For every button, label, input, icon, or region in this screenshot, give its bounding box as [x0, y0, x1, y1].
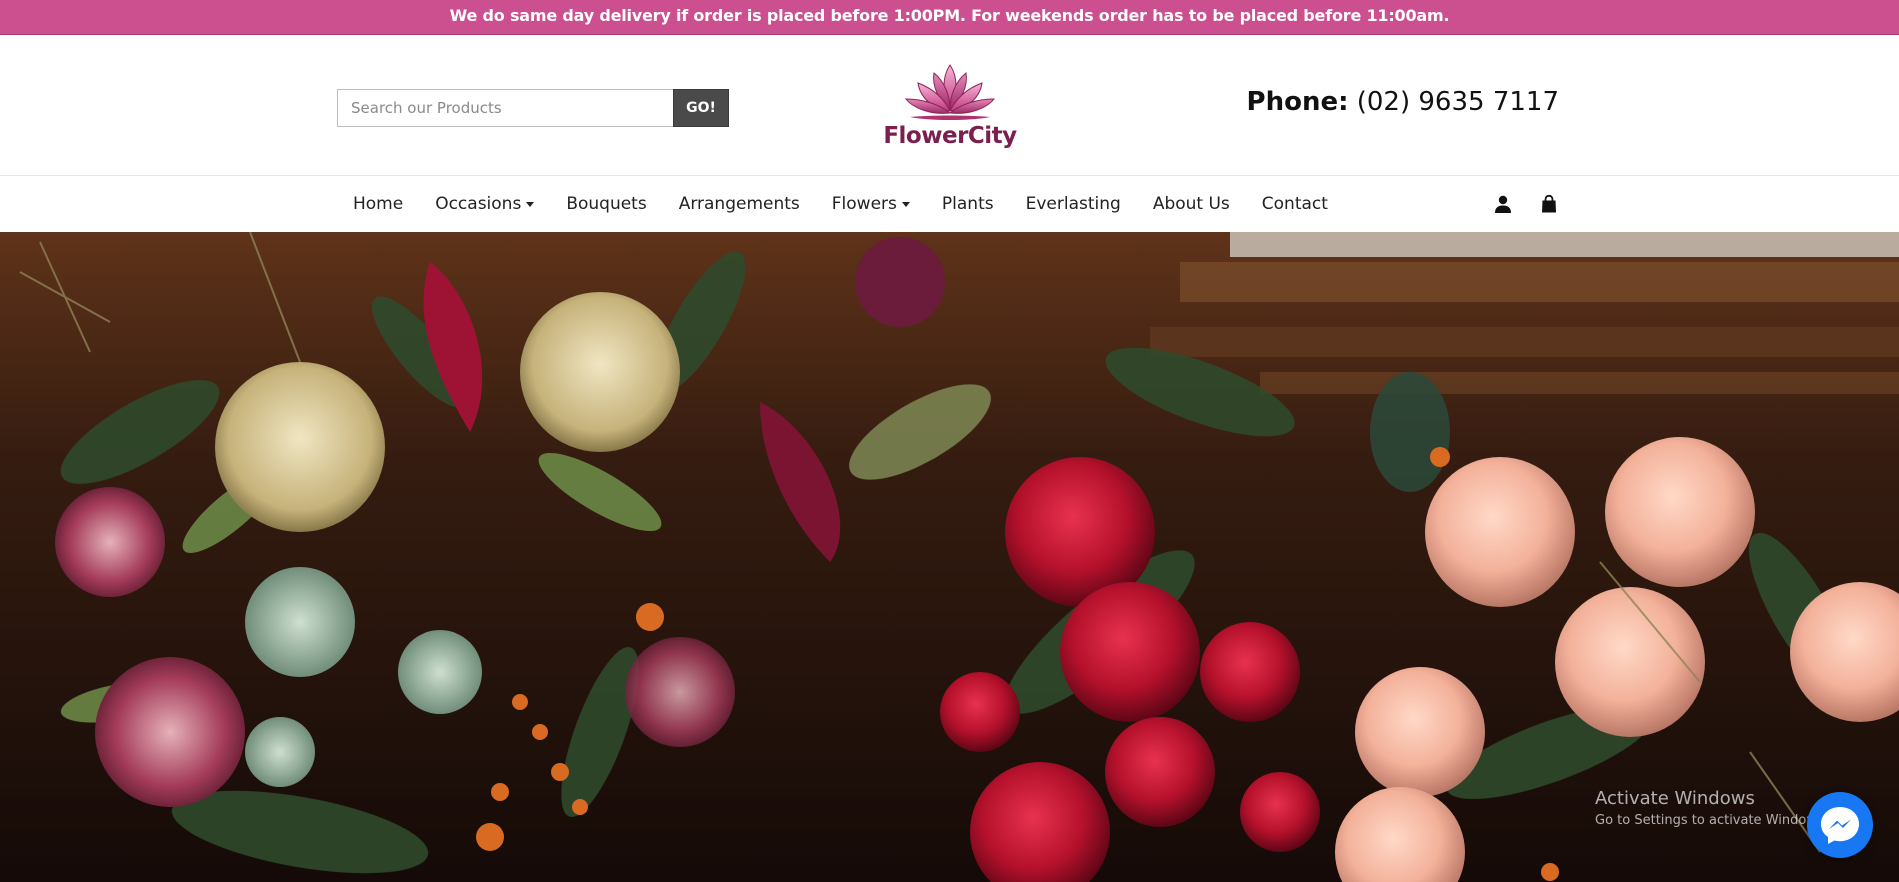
main-nav: Home Occasions Bouquets Arrangements Flo… [0, 176, 1899, 232]
nav-item-label: Home [353, 194, 404, 214]
nav-icons [1493, 176, 1559, 232]
site-header: GO! FlowerCity Pho [0, 35, 1899, 176]
messenger-icon [1821, 807, 1859, 844]
nav-item-label: Contact [1261, 194, 1328, 214]
nav-item-label: Everlasting [1025, 194, 1121, 214]
nav-item-label: Bouquets [566, 194, 647, 214]
windows-activation-watermark: Activate Windows Go to Settings to activ… [1595, 788, 1828, 828]
nav-item-label: Arrangements [678, 194, 800, 214]
lotus-logo-icon [904, 64, 996, 120]
hero-banner [0, 232, 1899, 882]
nav-item-home[interactable]: Home [337, 176, 419, 232]
phone-number: Phone: (02) 9635 7117 [1247, 87, 1559, 117]
nav-item-label: About Us [1152, 194, 1230, 214]
nav-item-label: Plants [941, 194, 994, 214]
watermark-title: Activate Windows [1595, 788, 1755, 809]
watermark-subtitle: Go to Settings to activate Windows. [1595, 813, 1828, 828]
search-input[interactable] [337, 89, 673, 127]
phone-value: (02) 9635 7117 [1356, 87, 1559, 117]
caret-down-icon [526, 201, 535, 207]
nav-item-about-us[interactable]: About Us [1137, 176, 1246, 232]
user-icon[interactable] [1493, 194, 1513, 214]
search-form: GO! [337, 89, 729, 127]
nav-item-bouquets[interactable]: Bouquets [550, 176, 662, 232]
search-go-button[interactable]: GO! [673, 89, 729, 127]
shopping-bag-icon[interactable] [1539, 194, 1559, 214]
nav-item-occasions[interactable]: Occasions [419, 176, 550, 232]
nav-item-label: Occasions [435, 194, 522, 214]
nav-menu: Home Occasions Bouquets Arrangements Flo… [337, 176, 1344, 232]
nav-item-contact[interactable]: Contact [1246, 176, 1344, 232]
site-logo[interactable]: FlowerCity [880, 59, 1020, 159]
nav-item-flowers[interactable]: Flowers [816, 176, 926, 232]
nav-item-plants[interactable]: Plants [926, 176, 1010, 232]
announcement-bar: We do same day delivery if order is plac… [0, 0, 1899, 35]
nav-item-label: Flowers [831, 194, 897, 214]
nav-item-everlasting[interactable]: Everlasting [1010, 176, 1137, 232]
phone-label: Phone: [1246, 87, 1349, 117]
flower-bouquets-hero-image [0, 232, 1899, 882]
messenger-chat-button[interactable] [1807, 792, 1873, 858]
logo-text: FlowerCity [883, 123, 1017, 149]
caret-down-icon [901, 201, 910, 207]
nav-item-arrangements[interactable]: Arrangements [663, 176, 816, 232]
announcement-text: We do same day delivery if order is plac… [449, 6, 1450, 25]
